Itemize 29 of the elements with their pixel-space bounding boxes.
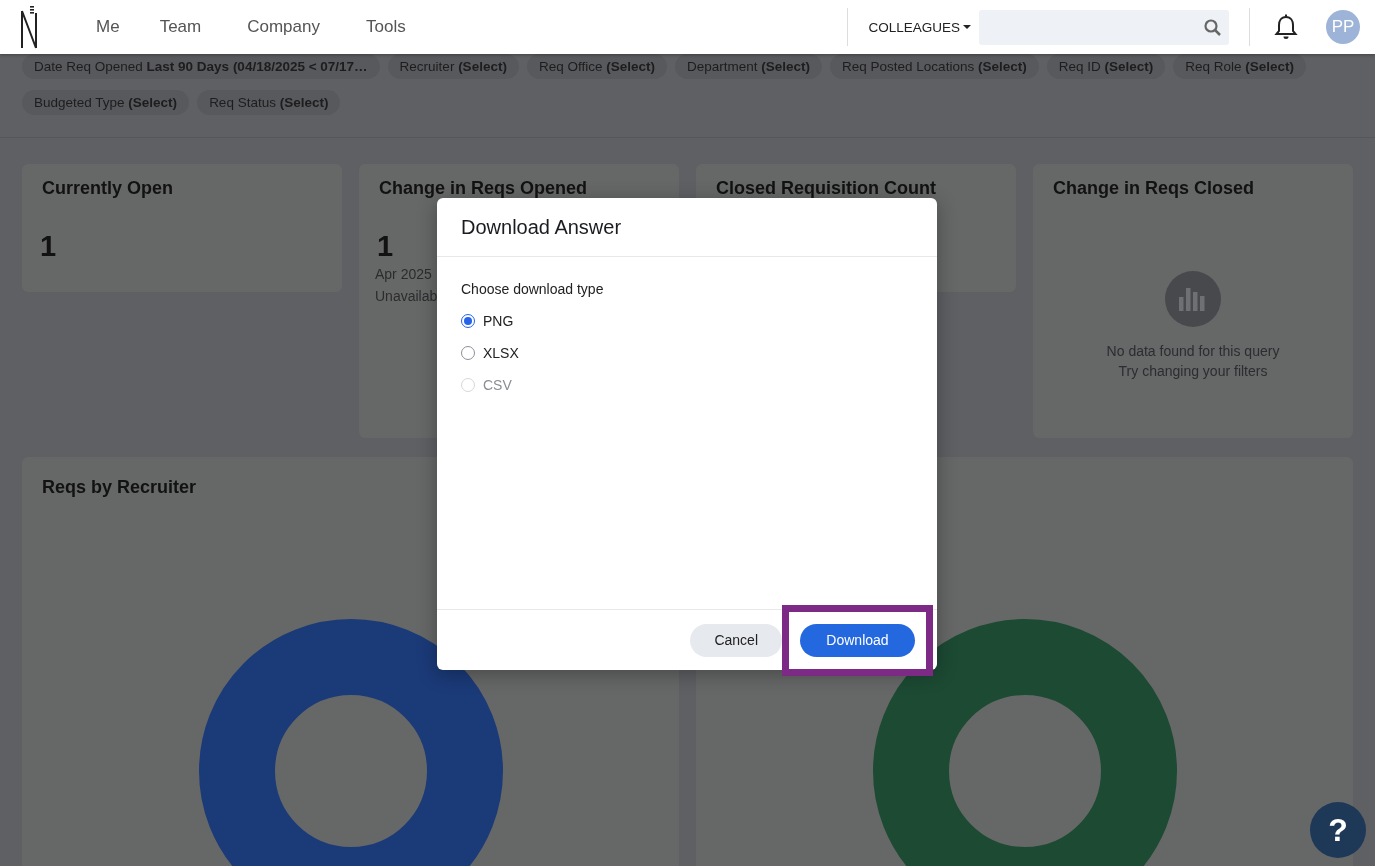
cancel-button[interactable]: Cancel (690, 623, 782, 657)
caret-icon (963, 25, 971, 29)
nav-link[interactable]: Company (225, 17, 344, 37)
search-icon (1204, 18, 1221, 36)
search-field[interactable] (979, 9, 1229, 45)
nav-link[interactable]: Team (137, 17, 226, 37)
scope-dropdown[interactable]: COLLEAGUES (868, 19, 971, 35)
card-title: Currently Open (42, 178, 175, 198)
card-title: Change in Reqs Opened (379, 178, 589, 198)
empty-hint: Try changing your filters (1117, 362, 1269, 381)
bell-icon[interactable] (1274, 14, 1298, 40)
dialog-prompt: Choose download type (461, 281, 605, 297)
radio-option[interactable]: XLSX (461, 337, 913, 369)
card-title: Closed Requisition Count (716, 178, 937, 198)
logo-icon (20, 4, 38, 50)
nav-link[interactable]: Tools (343, 17, 430, 37)
nav-link[interactable]: Me (68, 17, 138, 37)
stat-value: 1 (40, 230, 58, 263)
period-label: Apr 2025 (375, 265, 432, 284)
empty-message: No data found for this query (1106, 342, 1280, 361)
card-title: Change in Reqs Closed (1053, 178, 1256, 198)
radio-option: CSV (461, 369, 913, 401)
card-title: Reqs by Recruiter (42, 477, 198, 497)
change-note: Unavailab (375, 287, 438, 306)
download-button[interactable]: Download (800, 623, 915, 657)
radio-option[interactable]: PNG (461, 305, 913, 337)
bar-chart-icon (1165, 271, 1221, 327)
dialog-title: Download Answer (437, 198, 937, 257)
stat-value: 1 (377, 230, 395, 263)
